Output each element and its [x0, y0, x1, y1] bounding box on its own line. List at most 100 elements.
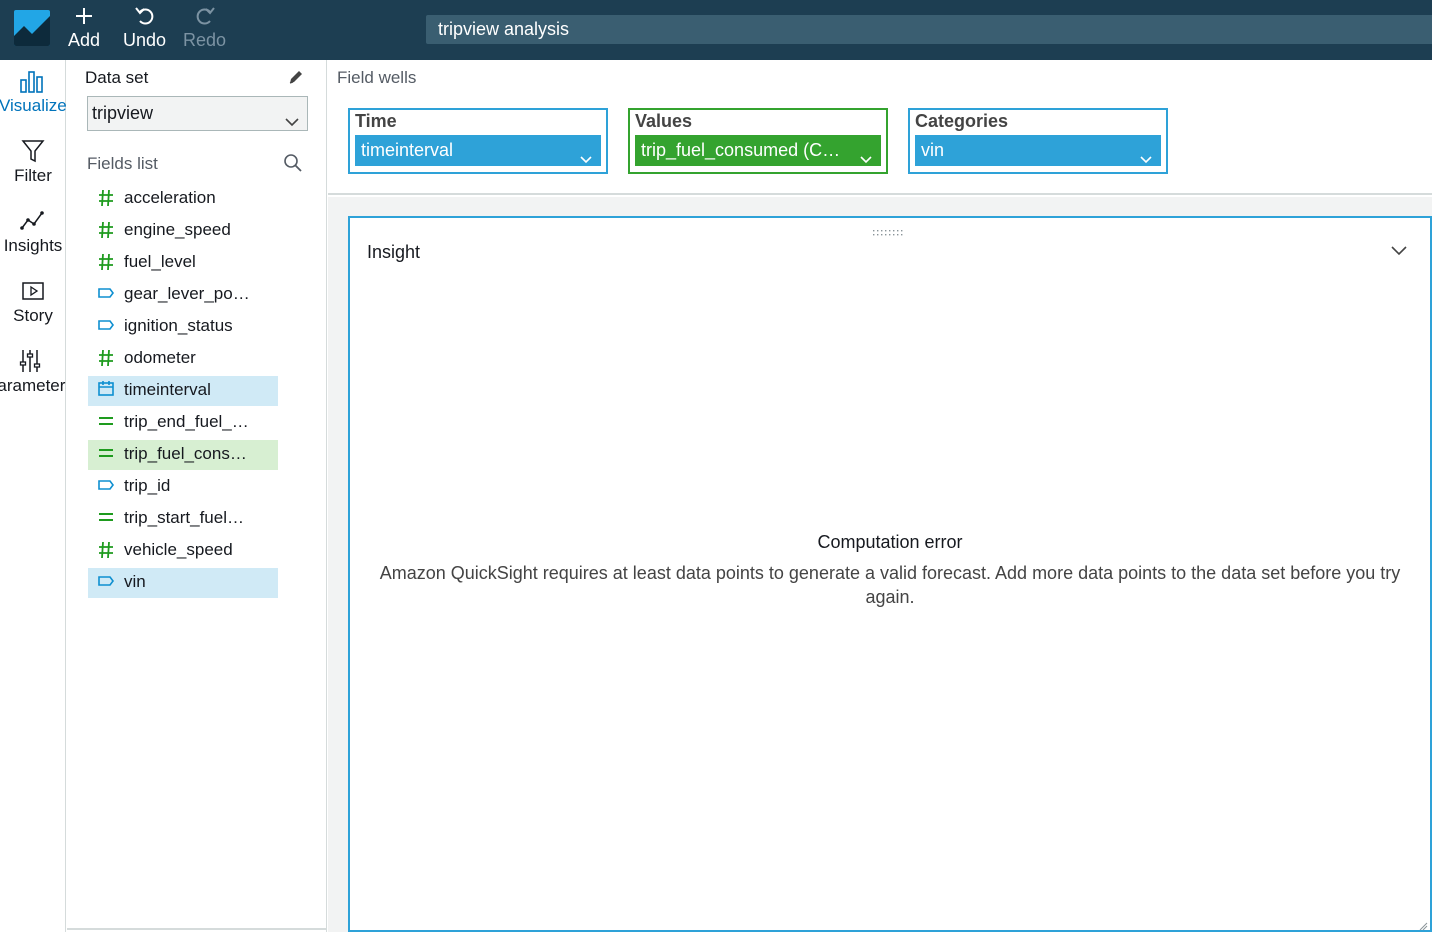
- field-item-trip-id[interactable]: trip_id: [88, 472, 278, 502]
- visual-title[interactable]: Insight: [367, 242, 420, 263]
- field-wells-area: Field wells Time timeinterval Values tri…: [328, 60, 1432, 195]
- search-icon[interactable]: [283, 153, 303, 173]
- fields-list-label: Fields list: [87, 154, 158, 173]
- chevron-down-icon: [1139, 145, 1153, 164]
- resize-handle-icon[interactable]: [1418, 918, 1428, 931]
- quicksight-logo-icon[interactable]: [14, 10, 50, 46]
- undo-button[interactable]: Undo: [123, 6, 166, 51]
- rail-label-visualize: Visualize: [0, 96, 66, 115]
- chevron-down-icon: [859, 145, 873, 164]
- dimension-tag-icon: [98, 568, 114, 596]
- sliders-icon: [17, 348, 43, 374]
- time-well-title: Time: [355, 111, 397, 131]
- rail-label-insights: Insights: [3, 236, 63, 255]
- dimension-tag-icon: [98, 312, 114, 340]
- rail-label-parameters: Parameters: [0, 376, 66, 395]
- dimension-tag-icon: [98, 472, 114, 500]
- chevron-down-icon[interactable]: [1390, 242, 1408, 260]
- top-toolbar: Add Undo Redo tripview analysis: [0, 0, 1432, 60]
- field-item-vehicle-speed[interactable]: vehicle_speed: [88, 536, 278, 566]
- field-name: gear_lever_po…: [124, 284, 250, 303]
- redo-label: Redo: [183, 30, 227, 50]
- field-item-odometer[interactable]: odometer: [88, 344, 278, 374]
- rail-item-filter[interactable]: Filter: [0, 138, 66, 186]
- undo-icon: [123, 6, 166, 28]
- chevron-down-icon: [579, 145, 593, 164]
- field-name: timeinterval: [124, 380, 211, 399]
- time-well-field-pill[interactable]: timeinterval: [355, 135, 601, 166]
- field-item-gear-lever-position[interactable]: gear_lever_po…: [88, 280, 278, 310]
- bar-chart-icon: [19, 68, 45, 94]
- field-item-trip-start-fuel[interactable]: trip_start_fuel…: [88, 504, 278, 534]
- chevron-down-icon: [285, 107, 299, 127]
- field-item-timeinterval[interactable]: timeinterval: [88, 376, 278, 406]
- field-item-fuel-level[interactable]: fuel_level: [88, 248, 278, 278]
- redo-icon: [183, 6, 226, 28]
- field-item-ignition-status[interactable]: ignition_status: [88, 312, 278, 342]
- field-name: engine_speed: [124, 220, 231, 239]
- field-item-trip-fuel-consumed[interactable]: trip_fuel_cons…: [88, 440, 278, 470]
- time-well-value: timeinterval: [361, 140, 454, 160]
- field-item-acceleration[interactable]: acceleration: [88, 184, 278, 214]
- categories-well-field-pill[interactable]: vin: [915, 135, 1161, 166]
- insight-visual[interactable]: Insight Computation error Amazon QuickSi…: [348, 216, 1432, 932]
- field-name: vehicle_speed: [124, 540, 233, 559]
- drag-handle-icon[interactable]: [872, 224, 904, 236]
- undo-label: Undo: [123, 30, 167, 50]
- rail-item-parameters[interactable]: Parameters: [0, 348, 66, 396]
- field-name: trip_start_fuel…: [124, 508, 244, 527]
- fields-list: acceleration engine_speed fuel_level gea…: [88, 184, 278, 600]
- story-play-icon: [20, 278, 46, 304]
- calculated-field-icon: [98, 408, 114, 436]
- data-panel: Data set tripview Fields list accelerati…: [67, 60, 327, 932]
- dataset-selected-value: tripview: [92, 103, 154, 123]
- funnel-icon: [20, 138, 46, 164]
- field-name: acceleration: [124, 188, 216, 207]
- rail-label-filter: Filter: [14, 166, 52, 185]
- field-name: ignition_status: [124, 316, 233, 335]
- rail-item-visualize[interactable]: Visualize: [0, 68, 66, 116]
- field-item-engine-speed[interactable]: engine_speed: [88, 216, 278, 246]
- values-well-field-pill[interactable]: trip_fuel_consumed (C…: [635, 135, 881, 166]
- dataset-select[interactable]: tripview: [87, 96, 308, 131]
- edit-pencil-icon[interactable]: [287, 68, 305, 86]
- categories-well-value: vin: [921, 140, 945, 160]
- redo-button[interactable]: Redo: [183, 6, 226, 51]
- dataset-label: Data set: [85, 68, 149, 87]
- calculated-field-icon: [98, 440, 114, 468]
- time-well: Time timeinterval: [348, 108, 608, 174]
- add-label: Add: [68, 30, 101, 50]
- measure-hash-icon: [98, 536, 114, 564]
- field-item-vin[interactable]: vin: [88, 568, 278, 598]
- field-wells-label: Field wells: [337, 68, 417, 87]
- measure-hash-icon: [98, 216, 114, 244]
- plus-icon: [68, 6, 100, 28]
- insights-line-icon: [20, 208, 46, 234]
- rail-item-story[interactable]: Story: [0, 278, 66, 326]
- values-well-value: trip_fuel_consumed (C…: [641, 140, 841, 160]
- analysis-title-input[interactable]: tripview analysis: [426, 15, 1432, 44]
- rail-item-insights[interactable]: Insights: [0, 208, 66, 256]
- values-well-title: Values: [635, 111, 693, 131]
- field-item-trip-end-fuel[interactable]: trip_end_fuel_…: [88, 408, 278, 438]
- field-name: trip_end_fuel_…: [124, 412, 249, 431]
- field-name: trip_id: [124, 476, 171, 495]
- rail-items: Visualize Filter Insights Story Paramete…: [0, 60, 66, 932]
- rail-label-story: Story: [13, 306, 53, 325]
- field-name: trip_fuel_cons…: [124, 444, 247, 463]
- left-nav-rail: Visualize Filter Insights Story Paramete…: [0, 60, 66, 932]
- categories-well-title: Categories: [915, 111, 1009, 131]
- values-well: Values trip_fuel_consumed (C…: [628, 108, 888, 174]
- calendar-icon: [98, 376, 114, 404]
- error-title: Computation error: [817, 532, 963, 552]
- panel-divider: [67, 928, 327, 930]
- measure-hash-icon: [98, 184, 114, 212]
- field-name: odometer: [124, 348, 196, 367]
- error-message: Amazon QuickSight requires at least data…: [379, 563, 1401, 607]
- measure-hash-icon: [98, 344, 114, 372]
- dimension-tag-icon: [98, 280, 114, 308]
- field-name: vin: [124, 572, 146, 591]
- field-name: fuel_level: [124, 252, 196, 271]
- measure-hash-icon: [98, 248, 114, 276]
- add-button[interactable]: Add: [68, 6, 100, 51]
